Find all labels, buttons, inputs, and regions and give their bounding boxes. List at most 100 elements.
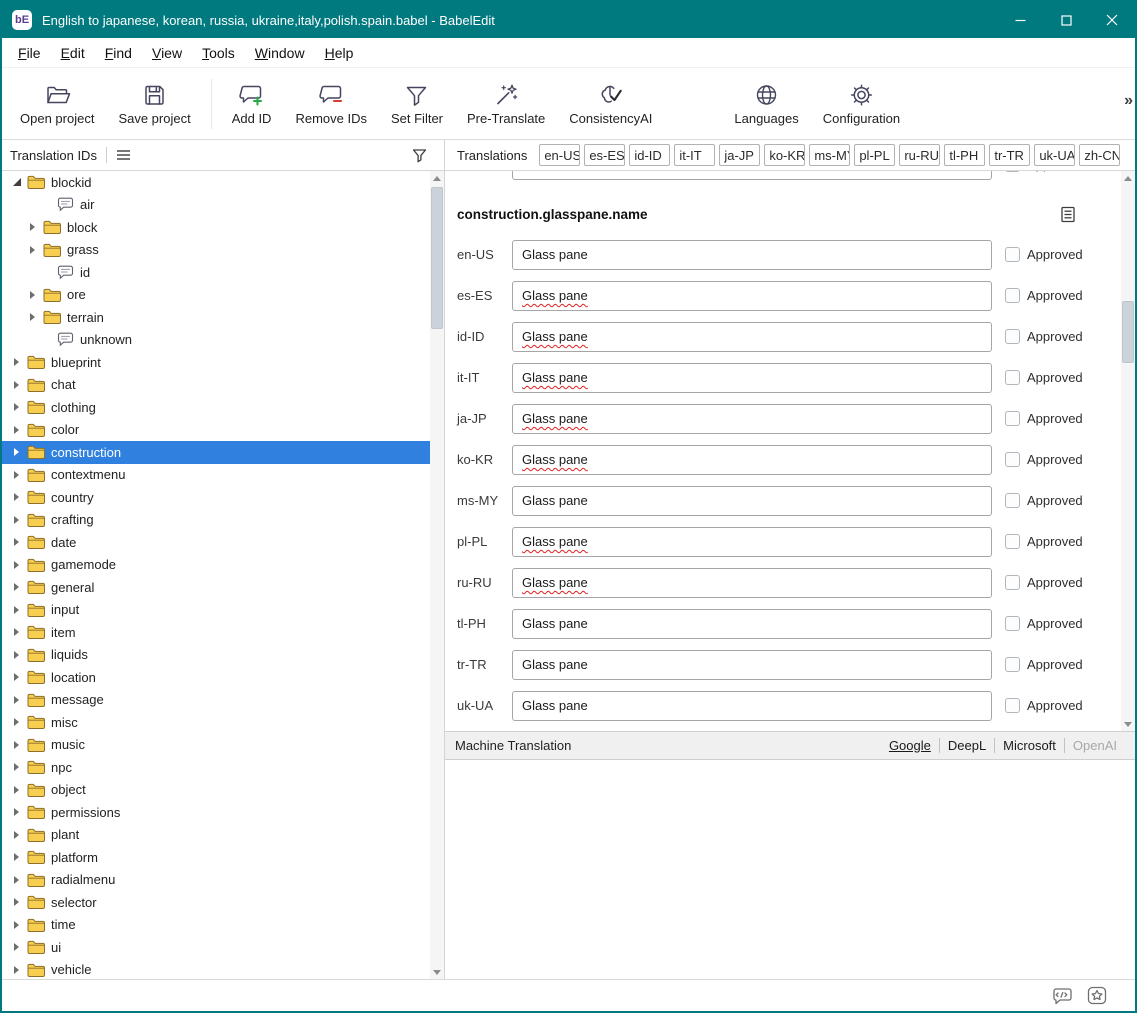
save-project-button[interactable]: Save project bbox=[106, 77, 202, 131]
tree-item[interactable]: selector bbox=[2, 891, 430, 914]
tree-item[interactable]: ui bbox=[2, 936, 430, 959]
tree-expander-icon[interactable] bbox=[26, 243, 40, 257]
language-column-toggle[interactable]: es-ES bbox=[584, 144, 625, 166]
tree-expander-icon[interactable] bbox=[10, 625, 24, 639]
translation-input[interactable]: Glass pane bbox=[512, 486, 992, 516]
minimize-button[interactable] bbox=[997, 2, 1043, 38]
tree-item[interactable]: unknown bbox=[2, 329, 430, 352]
tree-item[interactable]: liquids bbox=[2, 644, 430, 667]
approved-checkbox[interactable] bbox=[1005, 411, 1020, 426]
menu-tools[interactable]: Tools bbox=[192, 41, 245, 65]
approved-checkbox[interactable] bbox=[1005, 575, 1020, 590]
tree-item[interactable]: permissions bbox=[2, 801, 430, 824]
tree-item[interactable]: gamemode bbox=[2, 554, 430, 577]
tree-expander-icon[interactable] bbox=[26, 310, 40, 324]
tree-expander-icon[interactable] bbox=[10, 468, 24, 482]
menu-window[interactable]: Window bbox=[245, 41, 315, 65]
tree-item[interactable]: message bbox=[2, 689, 430, 712]
tree-item[interactable]: date bbox=[2, 531, 430, 554]
translation-input[interactable]: Glass pane bbox=[512, 281, 992, 311]
language-column-toggle[interactable]: en-US bbox=[539, 144, 580, 166]
language-column-toggle[interactable]: tr-TR bbox=[989, 144, 1030, 166]
language-column-toggle[interactable]: pl-PL bbox=[854, 144, 895, 166]
translation-input[interactable]: Glass pane bbox=[512, 363, 992, 393]
tree-expander-icon[interactable] bbox=[10, 873, 24, 887]
tree-item[interactable]: crafting bbox=[2, 509, 430, 532]
language-column-toggle[interactable]: ru-RU bbox=[899, 144, 940, 166]
maximize-button[interactable] bbox=[1043, 2, 1089, 38]
approved-checkbox[interactable] bbox=[1005, 657, 1020, 672]
tree-item[interactable]: vehicle bbox=[2, 959, 430, 980]
configuration-button[interactable]: Configuration bbox=[811, 77, 912, 131]
tree-item[interactable]: terrain bbox=[2, 306, 430, 329]
tree-expander-icon[interactable] bbox=[10, 378, 24, 392]
tree-expander-icon[interactable] bbox=[10, 670, 24, 684]
approved-checkbox[interactable] bbox=[1005, 616, 1020, 631]
menu-edit[interactable]: Edit bbox=[51, 41, 95, 65]
tree-vertical-scrollbar[interactable] bbox=[430, 171, 444, 979]
tree-item[interactable]: blockid bbox=[2, 171, 430, 194]
translation-input[interactable]: Glass pane bbox=[512, 650, 992, 680]
tree-item[interactable]: air bbox=[2, 194, 430, 217]
tree-item[interactable]: country bbox=[2, 486, 430, 509]
approved-checkbox[interactable] bbox=[1005, 534, 1020, 549]
tree-expander-icon[interactable] bbox=[10, 850, 24, 864]
tree-expander-icon[interactable] bbox=[10, 445, 24, 459]
approved-checkbox[interactable] bbox=[1005, 698, 1020, 713]
language-column-toggle[interactable]: ko-KR bbox=[764, 144, 805, 166]
approved-checkbox[interactable] bbox=[1005, 493, 1020, 508]
rate-star-icon[interactable] bbox=[1087, 986, 1107, 1005]
pre-translate-button[interactable]: Pre-Translate bbox=[455, 77, 557, 131]
consistency-ai-button[interactable]: ConsistencyAI bbox=[557, 77, 664, 131]
translations-vertical-scrollbar[interactable] bbox=[1121, 171, 1135, 731]
tree-item[interactable]: grass bbox=[2, 239, 430, 262]
tree-expander-icon[interactable] bbox=[10, 648, 24, 662]
menu-help[interactable]: Help bbox=[315, 41, 364, 65]
tree-item[interactable]: clothing bbox=[2, 396, 430, 419]
tree-expander-icon[interactable] bbox=[26, 220, 40, 234]
tree-expander-icon[interactable] bbox=[10, 940, 24, 954]
tree-expander-icon[interactable] bbox=[26, 333, 40, 347]
scroll-up-arrow-icon[interactable] bbox=[1121, 171, 1135, 185]
language-column-toggle[interactable]: zh-CN bbox=[1079, 144, 1120, 166]
menu-file[interactable]: File bbox=[8, 41, 51, 65]
scrollbar-thumb[interactable] bbox=[431, 187, 443, 329]
scroll-down-arrow-icon[interactable] bbox=[430, 965, 444, 979]
tree-filter-icon[interactable] bbox=[411, 147, 428, 164]
translation-input[interactable]: Glass pane bbox=[512, 609, 992, 639]
tree-item[interactable]: object bbox=[2, 779, 430, 802]
approved-checkbox[interactable] bbox=[1005, 370, 1020, 385]
tree-item[interactable]: blueprint bbox=[2, 351, 430, 374]
entry-fields-icon[interactable] bbox=[1059, 205, 1077, 224]
remove-ids-button[interactable]: Remove IDs bbox=[283, 77, 379, 131]
tree-item[interactable]: music bbox=[2, 734, 430, 757]
tree-expander-icon[interactable] bbox=[10, 805, 24, 819]
approved-checkbox[interactable] bbox=[1005, 247, 1020, 262]
menu-view[interactable]: View bbox=[142, 41, 192, 65]
tree-item[interactable]: construction bbox=[2, 441, 430, 464]
close-button[interactable] bbox=[1089, 2, 1135, 38]
tree-expander-icon[interactable] bbox=[10, 738, 24, 752]
translation-input[interactable]: Glass pane bbox=[512, 568, 992, 598]
language-column-toggle[interactable]: ja-JP bbox=[719, 144, 760, 166]
add-id-button[interactable]: Add ID bbox=[220, 77, 284, 131]
translation-input[interactable]: Glass pane bbox=[512, 240, 992, 270]
translation-input[interactable]: Glass pane bbox=[512, 445, 992, 475]
tree-item[interactable]: radialmenu bbox=[2, 869, 430, 892]
approved-checkbox[interactable] bbox=[1005, 288, 1020, 303]
mt-provider-link[interactable]: DeepL bbox=[940, 738, 994, 753]
tree-item[interactable]: misc bbox=[2, 711, 430, 734]
scroll-down-arrow-icon[interactable] bbox=[1121, 717, 1135, 731]
tree-item[interactable]: time bbox=[2, 914, 430, 937]
tree-expander-icon[interactable] bbox=[10, 175, 24, 189]
translation-input[interactable]: Glass pane bbox=[512, 322, 992, 352]
tree-expander-icon[interactable] bbox=[26, 265, 40, 279]
tree-item[interactable]: input bbox=[2, 599, 430, 622]
mt-provider-link[interactable]: Microsoft bbox=[995, 738, 1064, 753]
feedback-bubble-icon[interactable] bbox=[1052, 987, 1073, 1005]
tree-expander-icon[interactable] bbox=[10, 603, 24, 617]
tree-item[interactable]: item bbox=[2, 621, 430, 644]
tree-expander-icon[interactable] bbox=[10, 828, 24, 842]
translation-input[interactable]: Glass pane bbox=[512, 527, 992, 557]
approved-checkbox[interactable] bbox=[1005, 329, 1020, 344]
